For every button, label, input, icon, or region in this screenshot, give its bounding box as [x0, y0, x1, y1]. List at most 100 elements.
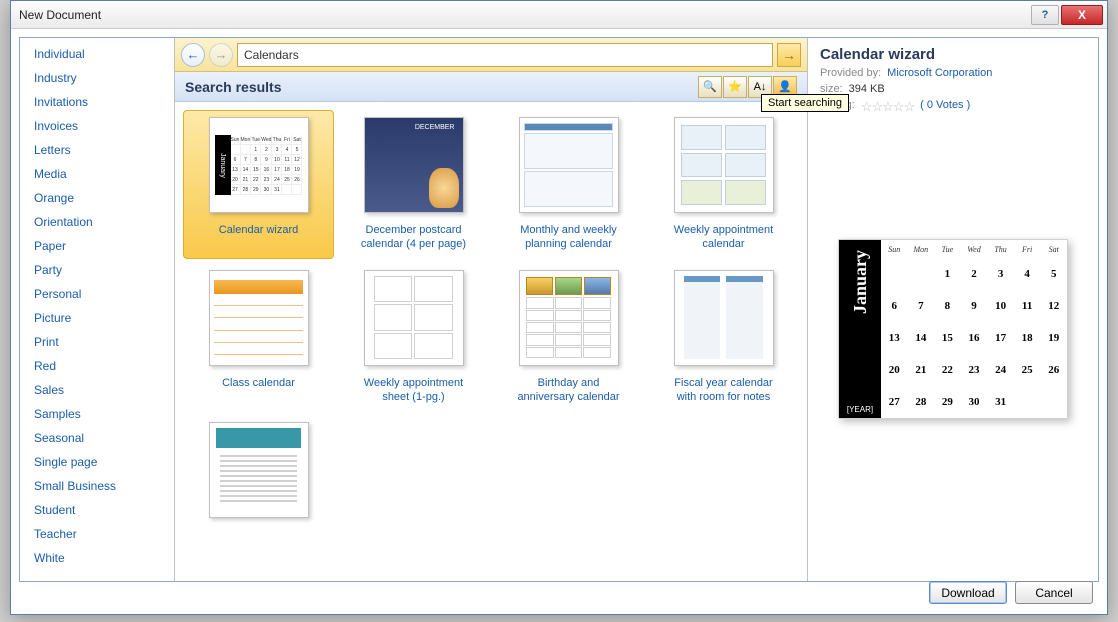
day-cell: 9 — [961, 290, 988, 322]
template-item[interactable]: December postcard calendar (4 per page) — [338, 110, 489, 259]
view-search-icon[interactable]: 🔍 — [698, 76, 722, 98]
day-cell: 10 — [987, 290, 1014, 322]
arrow-left-icon: ← — [187, 47, 200, 62]
template-item[interactable]: Weekly appointment calendar — [648, 110, 799, 259]
breadcrumb-text: Calendars — [244, 48, 299, 62]
template-thumb — [674, 117, 774, 213]
rating-stars[interactable]: ☆☆☆☆☆ — [861, 99, 914, 115]
template-item[interactable]: Weekly appointment sheet (1-pg.) — [338, 263, 489, 412]
content-area: IndividualIndustryInvitationsInvoicesLet… — [11, 29, 1107, 614]
template-item[interactable]: Birthday and anniversary calendar — [493, 263, 644, 412]
day-cell: 13 — [881, 322, 908, 354]
day-cell: 25 — [1014, 354, 1041, 386]
template-label: Weekly appointment calendar — [664, 223, 784, 252]
results-grid[interactable]: JanuarySunMonTueWedThuFriSat123456789101… — [175, 102, 807, 581]
close-button[interactable]: X — [1061, 5, 1103, 25]
template-item[interactable] — [183, 415, 334, 563]
sidebar-item[interactable]: Invoices — [20, 114, 174, 138]
go-button[interactable]: → — [777, 43, 801, 67]
sidebar-item[interactable]: Seasonal — [20, 426, 174, 450]
view-favorites-icon[interactable]: ⭐ — [723, 76, 747, 98]
day-cell: 21 — [908, 354, 935, 386]
breadcrumb-search[interactable]: Calendars — [237, 43, 773, 67]
day-cell: 20 — [881, 354, 908, 386]
provider-link[interactable]: Microsoft Corporation — [887, 67, 992, 79]
day-cell: 1 — [934, 258, 961, 290]
template-item[interactable]: Class calendar — [183, 263, 334, 412]
sidebar-item[interactable]: Samples — [20, 402, 174, 426]
dow-cell: Sun — [881, 240, 908, 258]
download-button[interactable]: Download — [929, 581, 1007, 604]
dialog-footer: Download Cancel — [929, 581, 1093, 604]
sidebar-item[interactable]: Individual — [20, 42, 174, 66]
day-cell: 4 — [1014, 258, 1041, 290]
day-cell: 23 — [961, 354, 988, 386]
sidebar-item[interactable]: Sales — [20, 378, 174, 402]
preview-side: January [YEAR] — [839, 240, 881, 418]
forward-button[interactable]: → — [209, 43, 233, 67]
template-thumb — [519, 117, 619, 213]
day-cell: 18 — [1014, 322, 1041, 354]
sidebar-item[interactable]: Letters — [20, 138, 174, 162]
sidebar-item[interactable]: Red — [20, 354, 174, 378]
day-cell: 27 — [881, 386, 908, 418]
dialog-window: New Document ? X IndividualIndustryInvit… — [10, 0, 1108, 615]
day-cell: 17 — [987, 322, 1014, 354]
preview-panel: Calendar wizard Provided by: Microsoft C… — [808, 38, 1098, 581]
template-label: Monthly and weekly planning calendar — [509, 223, 629, 252]
template-label: Birthday and anniversary calendar — [509, 376, 629, 405]
sidebar-item[interactable]: Orange — [20, 186, 174, 210]
template-thumb — [209, 422, 309, 518]
category-sidebar[interactable]: IndividualIndustryInvitationsInvoicesLet… — [20, 38, 175, 581]
day-cell: 7 — [908, 290, 935, 322]
dow-cell: Thu — [987, 240, 1014, 258]
template-label: Fiscal year calendar with room for notes — [664, 376, 784, 405]
day-cell — [881, 258, 908, 290]
preview-image: January [YEAR] SunMonTueWedThuFriSat1234… — [838, 239, 1068, 419]
day-cell: 5 — [1040, 258, 1067, 290]
day-cell — [1014, 386, 1041, 418]
sidebar-item[interactable]: Orientation — [20, 210, 174, 234]
day-cell: 12 — [1040, 290, 1067, 322]
sidebar-item[interactable]: Print — [20, 330, 174, 354]
cancel-button[interactable]: Cancel — [1015, 581, 1093, 604]
back-button[interactable]: ← — [181, 43, 205, 67]
main-panel: ← → Calendars → Search results 🔍 ⭐ A↓ 👤 … — [175, 38, 808, 581]
day-cell: 15 — [934, 322, 961, 354]
sidebar-item[interactable]: Invitations — [20, 90, 174, 114]
sidebar-item[interactable]: Media — [20, 162, 174, 186]
results-header: Search results 🔍 ⭐ A↓ 👤 Start searching — [175, 72, 807, 102]
sidebar-item[interactable]: Paper — [20, 234, 174, 258]
sidebar-item[interactable]: Single page — [20, 450, 174, 474]
help-button[interactable]: ? — [1031, 5, 1059, 25]
template-item[interactable]: Monthly and weekly planning calendar — [493, 110, 644, 259]
preview-provider-row: Provided by: Microsoft Corporation — [820, 67, 1086, 79]
sidebar-item[interactable]: Party — [20, 258, 174, 282]
arrow-right-icon: → — [215, 47, 228, 62]
day-cell: 11 — [1014, 290, 1041, 322]
close-icon: X — [1078, 8, 1086, 22]
sidebar-item[interactable]: Industry — [20, 66, 174, 90]
dow-cell: Fri — [1014, 240, 1041, 258]
day-cell: 2 — [961, 258, 988, 290]
template-label: Class calendar — [222, 376, 295, 404]
arrow-right-icon: → — [782, 47, 796, 63]
day-cell: 8 — [934, 290, 961, 322]
day-cell: 24 — [987, 354, 1014, 386]
sidebar-item[interactable]: Picture — [20, 306, 174, 330]
template-thumb — [364, 117, 464, 213]
sidebar-item[interactable]: Personal — [20, 282, 174, 306]
tooltip: Start searching — [761, 94, 849, 112]
sidebar-item[interactable]: White — [20, 546, 174, 570]
sidebar-item[interactable]: Small Business — [20, 474, 174, 498]
preview-size-row: size: 394 KB — [820, 83, 1086, 95]
template-item[interactable]: JanuarySunMonTueWedThuFriSat123456789101… — [183, 110, 334, 259]
sidebar-item[interactable]: Student — [20, 498, 174, 522]
template-item[interactable]: Fiscal year calendar with room for notes — [648, 263, 799, 412]
day-cell: 28 — [908, 386, 935, 418]
preview-month: January — [850, 250, 871, 314]
template-thumb — [674, 270, 774, 366]
sidebar-item[interactable]: Teacher — [20, 522, 174, 546]
day-cell: 29 — [934, 386, 961, 418]
dow-cell: Mon — [908, 240, 935, 258]
